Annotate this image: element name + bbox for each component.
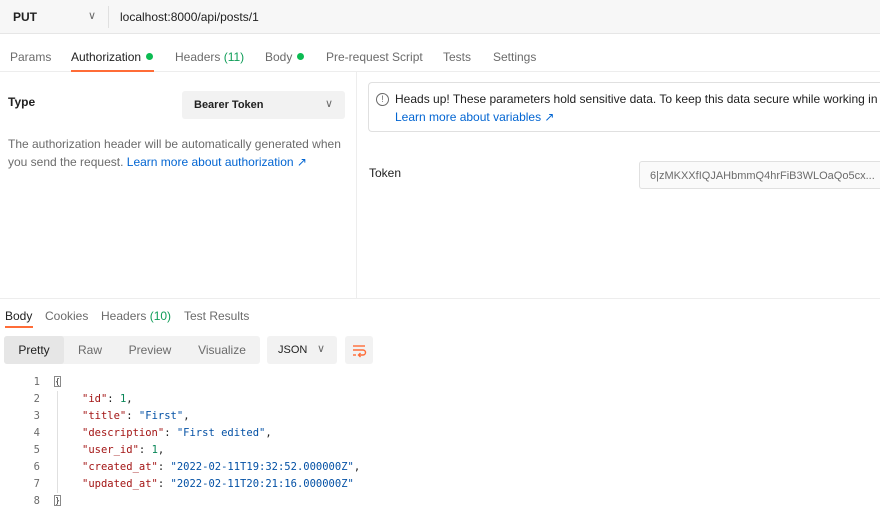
tab-params[interactable]: Params (10, 50, 51, 64)
info-icon: ! (376, 93, 389, 106)
line-number: 7 (33, 478, 40, 490)
auth-type-value: Bearer Token (194, 99, 264, 111)
token-value: 6|zMKXXfIQJAHbmmQ4hrFiB3WLOaQo5cx... (650, 170, 875, 182)
auth-type-panel: Type Bearer Token ∨ The authorization he… (0, 72, 357, 298)
line-number: 6 (33, 461, 40, 473)
active-response-tab-indicator (5, 326, 33, 328)
format-select[interactable]: JSON ∨ (267, 336, 337, 364)
line-number: 1 (33, 376, 40, 388)
auth-description: The authorization header will be automat… (8, 137, 341, 169)
tab-body[interactable]: Body (265, 50, 305, 64)
code-line: 8 } (0, 493, 880, 510)
resp-tab-test-results[interactable]: Test Results (184, 309, 249, 323)
url-input[interactable]: localhost:8000/api/posts/1 (120, 10, 259, 24)
wrap-lines-icon (353, 345, 367, 358)
code-line: 4 "description": "First edited", (0, 425, 880, 442)
type-label: Type (8, 95, 36, 109)
resp-tab-body[interactable]: Body (5, 309, 32, 323)
token-label: Token (369, 166, 402, 180)
learn-more-variables-link[interactable]: Learn more about variables ↗ (395, 110, 554, 124)
code-line: 5 "user_id": 1, (0, 442, 880, 459)
view-pretty-button[interactable]: Pretty (4, 336, 64, 364)
tab-pre-request-script[interactable]: Pre-request Script (326, 50, 423, 64)
view-preview-button[interactable]: Preview (116, 336, 184, 364)
tab-headers[interactable]: Headers (11) (175, 50, 244, 64)
tab-authorization[interactable]: Authorization (71, 50, 154, 64)
response-tabs: Body Cookies Headers (10) Test Results (0, 298, 880, 328)
method-label: PUT (13, 10, 37, 24)
chevron-down-icon: ∨ (88, 10, 97, 22)
code-line: 3 "title": "First", (0, 408, 880, 425)
line-number: 3 (33, 410, 40, 422)
line-number: 8 (33, 495, 40, 507)
resp-tab-cookies[interactable]: Cookies (45, 309, 88, 323)
code-line: 7 "updated_at": "2022-02-11T20:21:16.000… (0, 476, 880, 493)
chevron-down-icon: ∨ (317, 343, 326, 355)
response-body-code[interactable]: 1 { 2 "id": 1, 3 "title": "First", 4 "de… (0, 372, 880, 512)
token-input[interactable]: 6|zMKXXfIQJAHbmmQ4hrFiB3WLOaQo5cx... (639, 161, 880, 189)
tab-settings[interactable]: Settings (493, 50, 536, 64)
code-line: 6 "created_at": "2022-02-11T19:32:52.000… (0, 459, 880, 476)
notice-text: Heads up! These parameters hold sensitiv… (395, 92, 880, 106)
request-tabs: Params Authorization Headers (11) Body P… (0, 34, 880, 72)
tab-tests[interactable]: Tests (443, 50, 471, 64)
line-number: 2 (33, 393, 40, 405)
line-number: 5 (33, 444, 40, 456)
line-number: 4 (33, 427, 40, 439)
wrap-lines-button[interactable] (345, 336, 373, 364)
divider (108, 6, 109, 28)
auth-type-select[interactable]: Bearer Token ∨ (182, 91, 345, 119)
brace-icon[interactable]: { (54, 376, 61, 387)
code-line: 1 { (0, 374, 880, 391)
method-select[interactable]: PUT ∨ (0, 0, 108, 34)
sensitive-data-notice: ! Heads up! These parameters hold sensit… (368, 82, 880, 132)
status-dot-icon (297, 53, 305, 60)
view-mode-group: Pretty Raw Preview Visualize (4, 336, 260, 364)
view-visualize-button[interactable]: Visualize (184, 336, 260, 364)
resp-tab-headers[interactable]: Headers (10) (101, 309, 171, 323)
brace-icon[interactable]: } (54, 495, 61, 506)
chevron-down-icon: ∨ (324, 98, 333, 110)
format-value: JSON (278, 344, 308, 356)
view-raw-button[interactable]: Raw (64, 336, 116, 364)
code-line: 2 "id": 1, (0, 391, 880, 408)
learn-more-authorization-link[interactable]: Learn more about authorization ↗ (127, 155, 307, 169)
url-bar: PUT ∨ localhost:8000/api/posts/1 (0, 0, 880, 34)
status-dot-icon (146, 53, 154, 60)
